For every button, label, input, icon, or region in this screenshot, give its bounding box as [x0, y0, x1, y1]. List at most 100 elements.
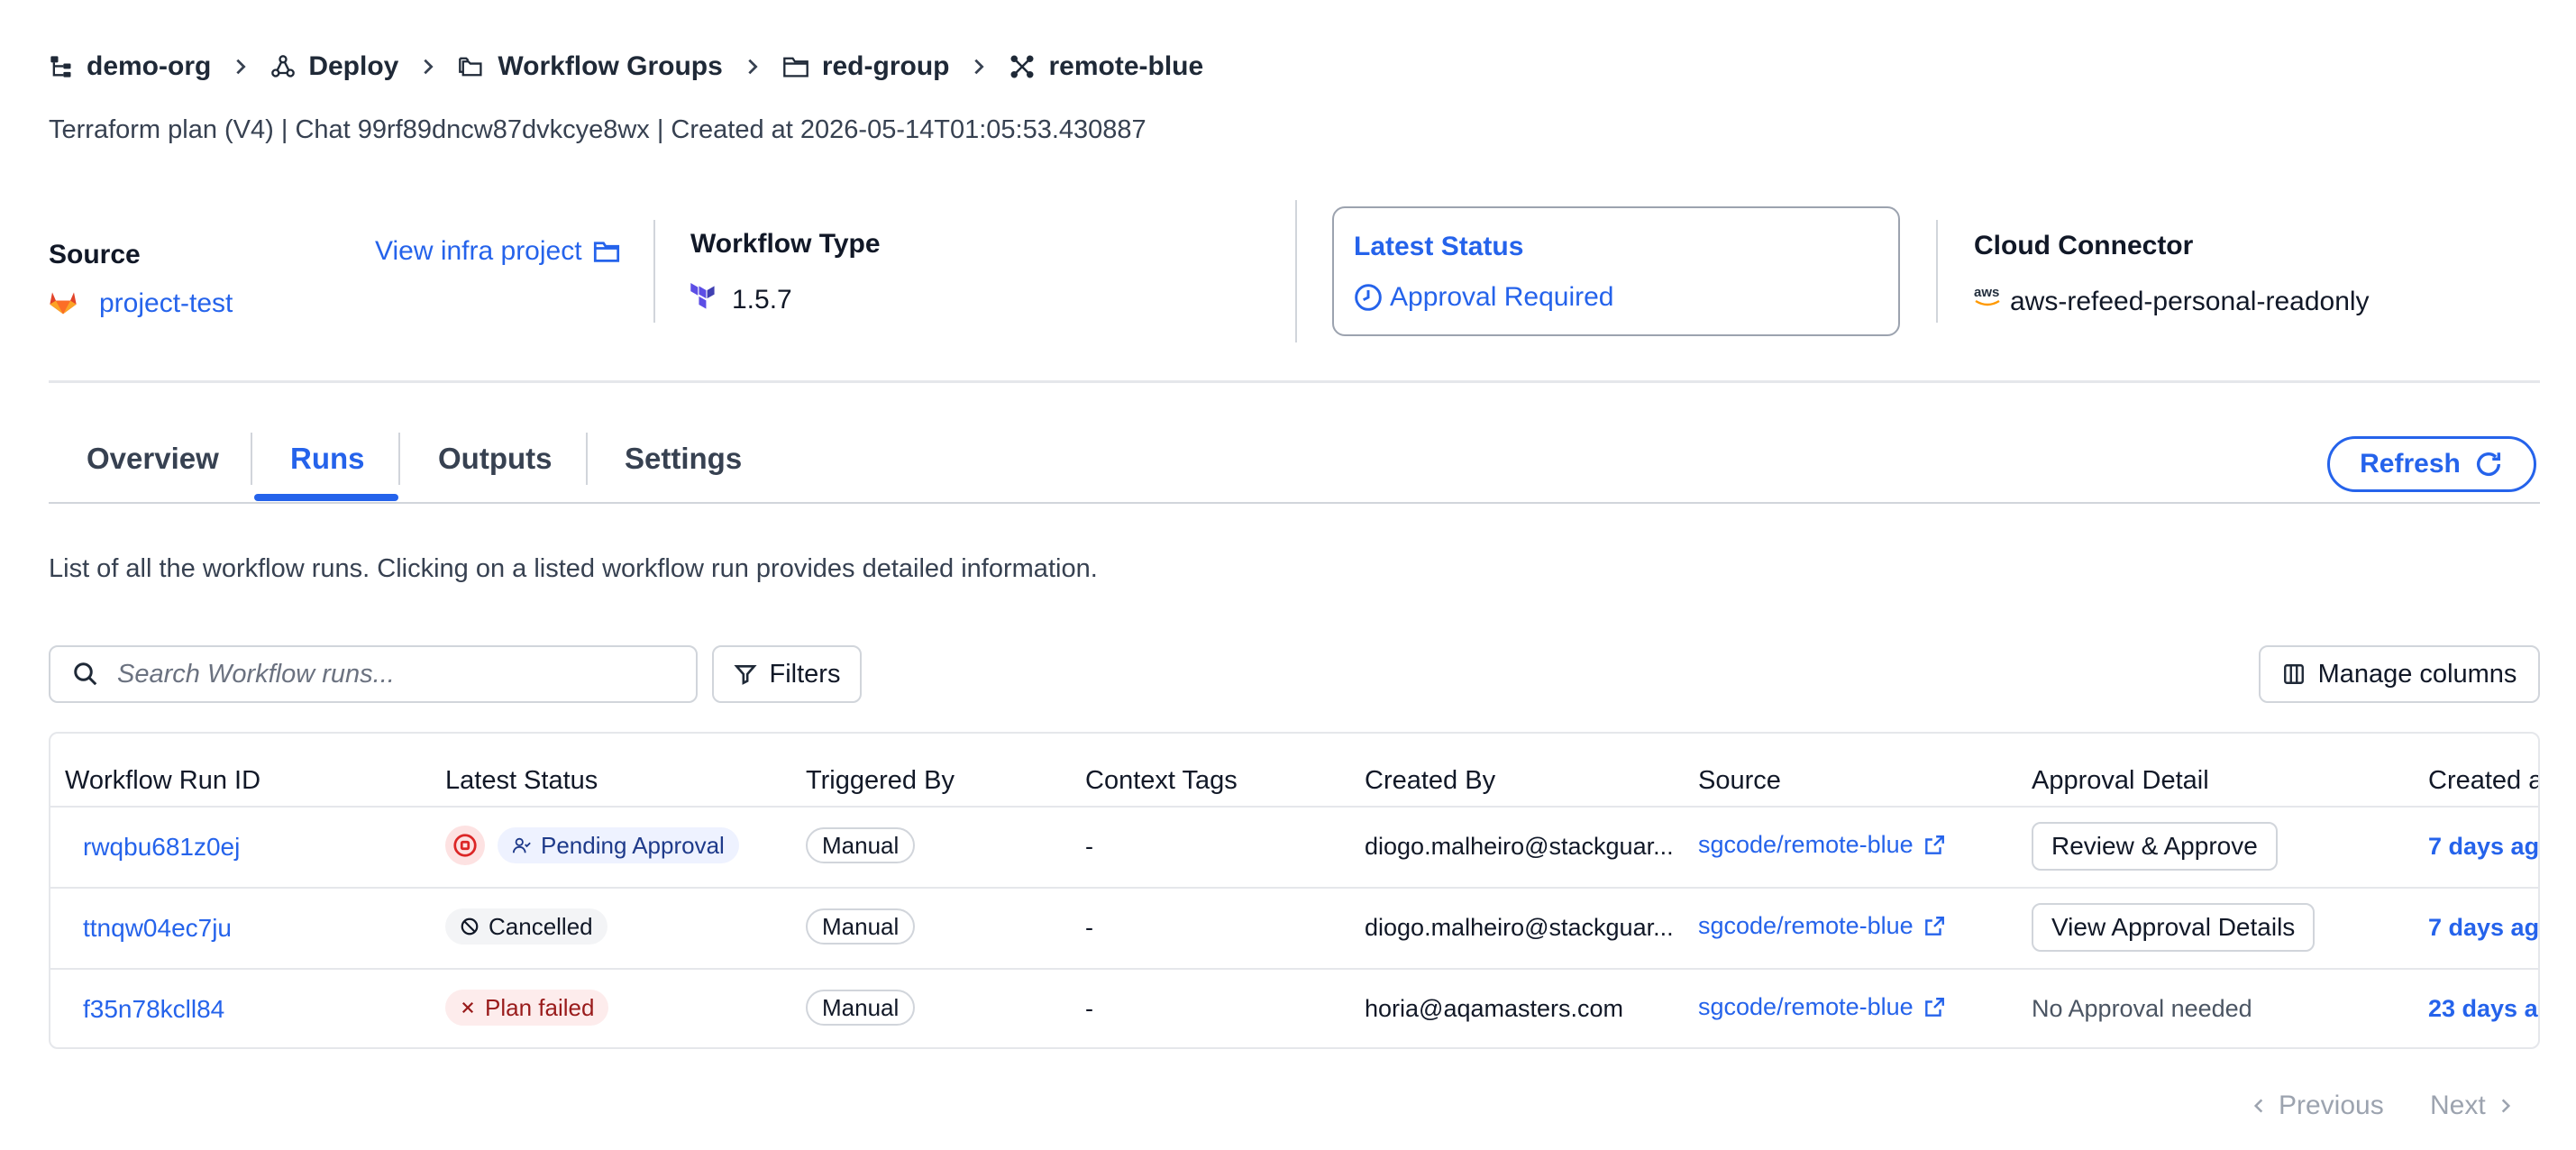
triggered-by-chip: Manual [806, 990, 916, 1026]
refresh-button[interactable]: Refresh [2327, 436, 2536, 492]
next-page-button[interactable]: Next [2430, 1091, 2515, 1121]
external-link-icon [1923, 915, 1946, 938]
source-label: Source [49, 240, 141, 269]
tab-separator [251, 433, 252, 485]
column-header[interactable]: Source [1698, 766, 1781, 796]
approval-cell: Review & Approve [2032, 822, 2278, 871]
breadcrumb-deploy[interactable]: Deploy [270, 51, 398, 82]
manage-columns-label: Manage columns [2317, 659, 2517, 689]
aws-logo-icon: aws [1974, 285, 2005, 314]
triggered-by-cell: Manual [806, 990, 916, 1026]
status-badge: Cancelled [445, 908, 607, 945]
ban-icon [460, 917, 480, 936]
breadcrumb-workflow-label: remote-blue [1048, 51, 1204, 81]
user-check-icon [512, 835, 532, 855]
runs-table: Workflow Run ID Latest Status Triggered … [49, 732, 2540, 1049]
tab-runs[interactable]: Runs [290, 442, 365, 476]
divider [653, 220, 655, 323]
breadcrumb-workflow[interactable]: remote-blue [1009, 51, 1203, 82]
latest-status-card[interactable]: Latest Status Approval Required [1332, 206, 1900, 336]
run-id-link[interactable]: f35n78kcll84 [83, 995, 224, 1024]
tab-overview[interactable]: Overview [87, 442, 219, 476]
org-tree-icon [49, 54, 74, 79]
approval-cell: View Approval Details [2032, 903, 2316, 952]
workflow-type-label: Workflow Type [690, 229, 881, 259]
column-header[interactable]: Latest Status [445, 766, 598, 796]
column-header[interactable]: Created a [2428, 766, 2538, 796]
table-row[interactable]: rwqbu681z0ej Pending Approval Manual - d… [50, 808, 2538, 887]
filters-button[interactable]: Filters [712, 645, 862, 703]
external-link-icon [1923, 996, 1946, 1019]
breadcrumb-workflow-groups-label: Workflow Groups [498, 51, 723, 81]
previous-label: Previous [2279, 1091, 2384, 1120]
workflow-nodes-icon [1009, 53, 1036, 80]
created-at-cell: 23 days ag [2428, 995, 2538, 1022]
deploy-icon [270, 54, 296, 79]
columns-icon [2282, 662, 2306, 686]
breadcrumb-deploy-label: Deploy [308, 51, 399, 81]
tab-settings[interactable]: Settings [625, 442, 742, 476]
breadcrumb-workflow-groups[interactable]: Workflow Groups [458, 51, 723, 82]
breadcrumb: demo-org Deploy Workflow Groups red-grou… [49, 47, 1203, 87]
workflow-type-version: 1.5.7 [732, 285, 792, 315]
clock-icon [1354, 283, 1383, 312]
search-input[interactable] [115, 658, 660, 690]
source-link-label: sgcode/remote-blue [1698, 831, 1914, 858]
created-by-cell: horia@aqamasters.com [1365, 995, 1624, 1022]
gitlab-icon [49, 288, 78, 315]
context-tags-cell: - [1085, 995, 1093, 1022]
breadcrumb-group-label: red-group [821, 51, 950, 81]
context-tags-cell: - [1085, 914, 1093, 941]
active-tab-indicator [254, 494, 398, 501]
view-approval-details-button[interactable]: View Approval Details [2032, 903, 2316, 952]
aws-logo-text: aws [1974, 285, 2000, 300]
previous-page-button[interactable]: Previous [2250, 1091, 2384, 1121]
source-project-link[interactable]: project-test [99, 288, 233, 319]
breadcrumb-org-label: demo-org [87, 51, 212, 81]
run-id-link[interactable]: rwqbu681z0ej [83, 833, 240, 862]
run-id-link[interactable]: ttnqw04ec7ju [83, 914, 232, 943]
status-label: Pending Approval [541, 831, 725, 859]
source-link-label: sgcode/remote-blue [1698, 993, 1914, 1020]
folder-icon [593, 240, 620, 263]
column-header[interactable]: Context Tags [1085, 766, 1238, 796]
tab-separator [398, 433, 400, 485]
tab-outputs[interactable]: Outputs [438, 442, 552, 476]
source-card: Source View infra project project-test [49, 236, 626, 326]
review-approve-button[interactable]: Review & Approve [2032, 822, 2278, 871]
breadcrumb-org[interactable]: demo-org [49, 51, 211, 82]
triggered-by-cell: Manual [806, 827, 916, 863]
column-header[interactable]: Triggered By [806, 766, 955, 796]
triggered-by-chip: Manual [806, 827, 916, 863]
triggered-by-cell: Manual [806, 908, 916, 945]
created-by-cell: diogo.malheiro@stackguar... [1365, 914, 1674, 941]
refresh-label: Refresh [2360, 449, 2461, 479]
folders-icon [458, 54, 485, 79]
table-row[interactable]: ttnqw04ec7ju Cancelled Manual - diogo.ma… [50, 889, 2538, 968]
tab-separator [586, 433, 588, 485]
status-label: Plan failed [485, 993, 595, 1021]
source-link[interactable]: sgcode/remote-blue [1698, 993, 1946, 1021]
view-infra-project-link[interactable]: View infra project [375, 236, 620, 267]
tabs-baseline [49, 502, 2540, 504]
status-badge: Pending Approval [498, 827, 739, 863]
cloud-connector-value: aws-refeed-personal-readonly [2010, 287, 2370, 316]
filters-label: Filters [769, 659, 841, 689]
created-by-cell: diogo.malheiro@stackguar... [1365, 833, 1674, 860]
stop-circle-icon [445, 826, 485, 865]
chevron-right-icon [743, 57, 763, 77]
chevron-right-icon [969, 57, 989, 77]
divider [1936, 220, 1938, 323]
breadcrumb-group[interactable]: red-group [782, 51, 950, 82]
manage-columns-button[interactable]: Manage columns [2259, 645, 2540, 703]
column-header[interactable]: Workflow Run ID [65, 766, 260, 796]
approval-status-text: No Approval needed [2032, 995, 2252, 1022]
source-link[interactable]: sgcode/remote-blue [1698, 831, 1946, 859]
created-at-cell: 7 days ago [2428, 914, 2540, 941]
source-link[interactable]: sgcode/remote-blue [1698, 912, 1946, 940]
column-header[interactable]: Created By [1365, 766, 1495, 796]
table-row[interactable]: f35n78kcll84 Plan failed Manual - horia@… [50, 970, 2538, 1047]
source-link-label: sgcode/remote-blue [1698, 912, 1914, 939]
column-header[interactable]: Approval Detail [2032, 766, 2209, 796]
workflow-subtitle: Terraform plan (V4) | Chat 99rf89dncw87d… [49, 115, 1146, 144]
